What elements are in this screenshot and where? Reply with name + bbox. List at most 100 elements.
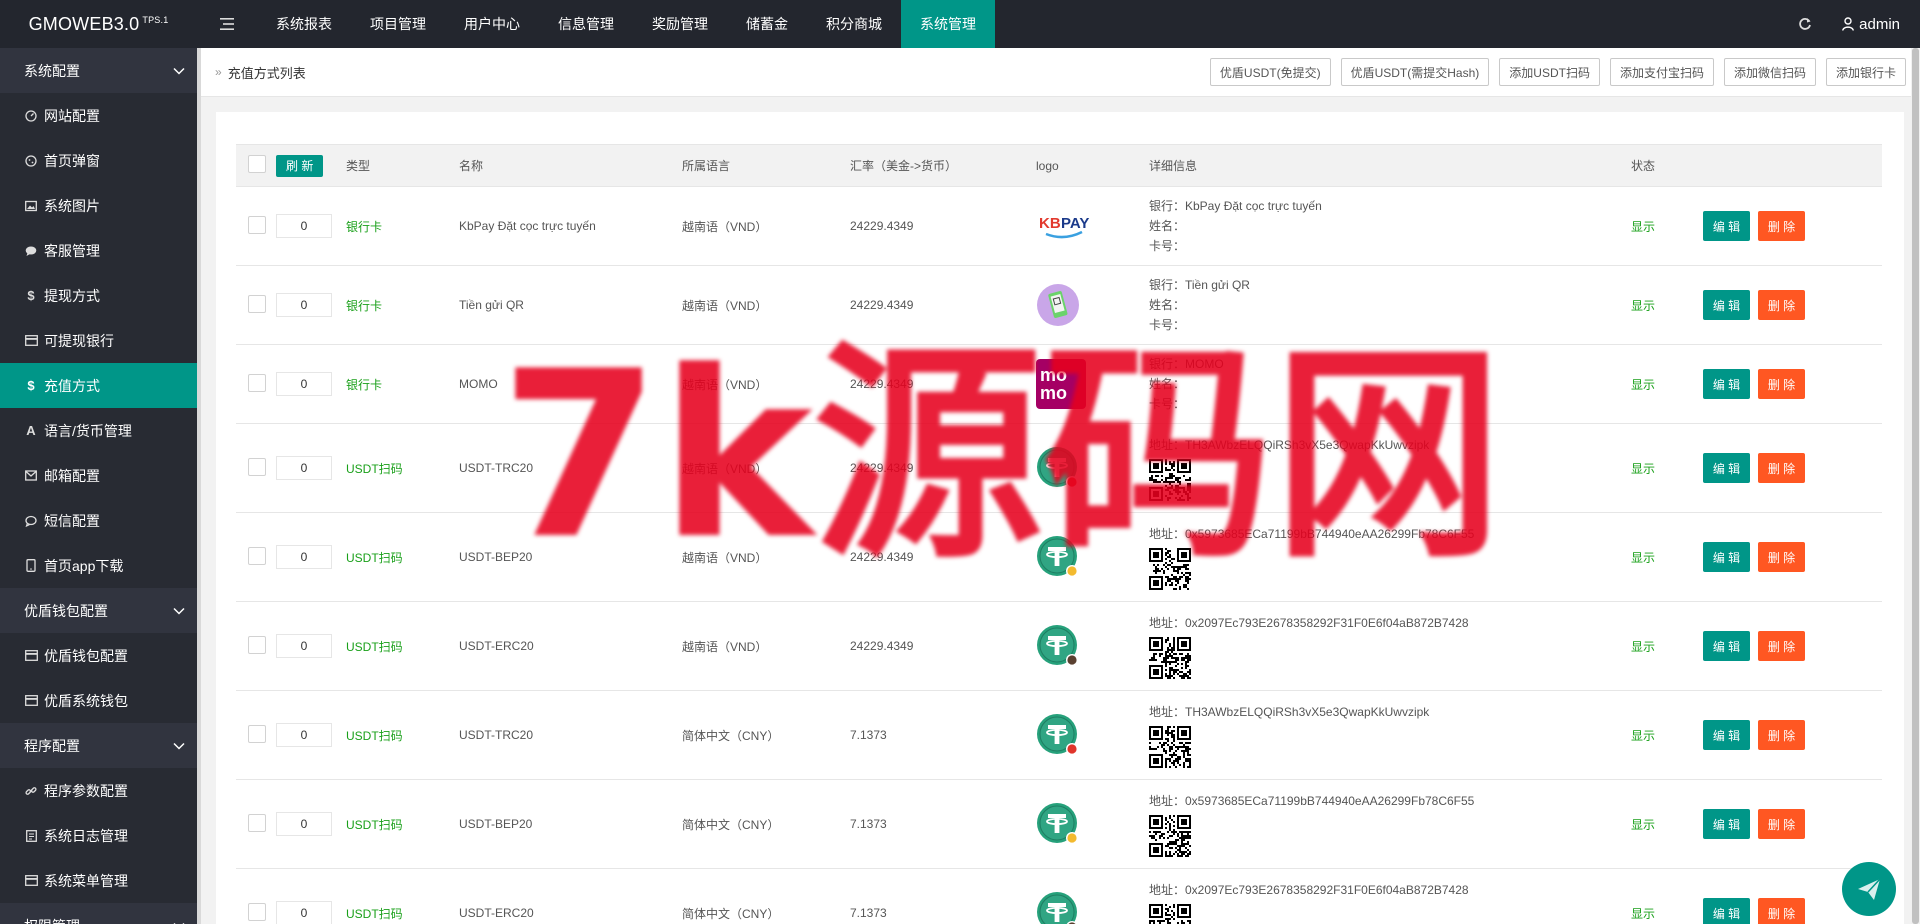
nav-item-1[interactable]: 项目管理 (351, 0, 445, 48)
edit-button[interactable]: 编 辑 (1703, 290, 1750, 320)
sidebar-group-2[interactable]: 程序配置 (0, 723, 197, 768)
sidebar-item-2-0[interactable]: 程序参数配置 (0, 768, 197, 813)
row-checkbox[interactable] (248, 724, 266, 743)
action-button-2[interactable]: 添加USDT扫码 (1499, 58, 1600, 86)
sidebar-item-label: 首页弹窗 (44, 152, 100, 169)
sidebar-item-0-3[interactable]: 客服管理 (0, 228, 197, 273)
page-scrollbar[interactable] (1911, 48, 1920, 924)
content-card: 刷 新 类型 名称 所属语言 汇率（美金->货币） logo 详细信息 状态 银… (216, 112, 1904, 924)
row-detail: 银行：KbPay Đặt cọc trực tuyến 姓名： 卡号： (1149, 186, 1631, 266)
row-name: USDT-ERC20 (459, 601, 682, 691)
sidebar-item-0-2[interactable]: 系统图片 (0, 183, 197, 228)
row-checkbox[interactable] (248, 294, 266, 313)
sidebar-item-label: 首页app下载 (44, 557, 124, 574)
sort-order-input[interactable] (276, 456, 332, 480)
sort-order-input[interactable] (276, 293, 332, 317)
row-name: USDT-BEP20 (459, 779, 682, 869)
sidebar-group-1[interactable]: 优盾钱包配置 (0, 588, 197, 633)
sidebar-item-2-2[interactable]: 系统菜单管理 (0, 858, 197, 903)
sidebar-item-label: 语言/货币管理 (44, 422, 132, 439)
edit-button[interactable]: 编 辑 (1703, 369, 1750, 399)
sidebar-item-1-0[interactable]: 优盾钱包配置 (0, 633, 197, 678)
app-logo[interactable]: GMOWEB3.0 TPS.1 (0, 0, 197, 48)
nav-item-5[interactable]: 储蓄金 (727, 0, 807, 48)
action-button-3[interactable]: 添加支付宝扫码 (1609, 58, 1714, 86)
sidebar-item-label: 系统菜单管理 (44, 872, 128, 889)
action-button-0[interactable]: 优盾USDT(免提交) (1209, 58, 1331, 86)
menu-toggle-button[interactable] (197, 0, 257, 48)
nav-item-4[interactable]: 奖励管理 (633, 0, 727, 48)
refresh-button[interactable]: 刷 新 (276, 154, 324, 177)
card-icon (24, 875, 38, 886)
detail-line: 姓名： (1149, 377, 1186, 391)
delete-button[interactable]: 删 除 (1758, 453, 1805, 483)
edit-button[interactable]: 编 辑 (1703, 211, 1750, 241)
sort-order-input[interactable] (276, 901, 332, 924)
row-checkbox[interactable] (248, 373, 266, 392)
double-chevron-icon: » (215, 65, 222, 79)
row-name: KbPay Đặt cọc trực tuyến (459, 186, 682, 266)
sidebar-item-label: 优盾系统钱包 (44, 692, 128, 709)
svg-text:mo: mo (1040, 365, 1067, 385)
edit-button[interactable]: 编 辑 (1703, 542, 1750, 572)
action-button-1[interactable]: 优盾USDT(需提交Hash) (1340, 58, 1490, 86)
action-button-4[interactable]: 添加微信扫码 (1723, 58, 1816, 86)
row-checkbox[interactable] (248, 546, 266, 565)
sidebar-item-1-1[interactable]: 优盾系统钱包 (0, 678, 197, 723)
row-checkbox[interactable] (248, 902, 266, 921)
edit-button[interactable]: 编 辑 (1703, 898, 1750, 924)
sidebar-item-2-1[interactable]: 系统日志管理 (0, 813, 197, 858)
row-checkbox[interactable] (248, 813, 266, 832)
sidebar-item-0-4[interactable]: $ 提现方式 (0, 273, 197, 318)
select-all-checkbox[interactable] (248, 155, 266, 173)
edit-button[interactable]: 编 辑 (1703, 720, 1750, 750)
edit-button[interactable]: 编 辑 (1703, 453, 1750, 483)
row-rate: 24229.4349 (850, 601, 1036, 691)
sidebar-item-0-7[interactable]: A 语言/货币管理 (0, 408, 197, 453)
nav-item-7[interactable]: 系统管理 (901, 0, 995, 48)
sort-order-input[interactable] (276, 545, 332, 569)
sidebar-item-0-5[interactable]: 可提现银行 (0, 318, 197, 363)
header-language: 所属语言 (682, 144, 850, 187)
edit-button[interactable]: 编 辑 (1703, 809, 1750, 839)
delete-button[interactable]: 删 除 (1758, 898, 1805, 924)
row-language: 简体中文（CNY） (682, 690, 850, 780)
delete-button[interactable]: 删 除 (1758, 631, 1805, 661)
row-checkbox[interactable] (248, 457, 266, 476)
sidebar-item-0-10[interactable]: 首页app下载 (0, 543, 197, 588)
sidebar-item-0-8[interactable]: 邮箱配置 (0, 453, 197, 498)
detail-line: 卡号： (1149, 239, 1186, 253)
sidebar-item-0-9[interactable]: 短信配置 (0, 498, 197, 543)
nav-item-0[interactable]: 系统报表 (257, 0, 351, 48)
sidebar-scrollbar[interactable] (197, 48, 201, 924)
delete-button[interactable]: 删 除 (1758, 720, 1805, 750)
delete-button[interactable]: 删 除 (1758, 809, 1805, 839)
table-row: 银行卡MOMO越南语（VND）24229.4349momo银行：MOMO姓名：卡… (236, 344, 1882, 424)
sort-order-input[interactable] (276, 214, 332, 238)
delete-button[interactable]: 删 除 (1758, 542, 1805, 572)
sort-order-input[interactable] (276, 723, 332, 747)
row-checkbox[interactable] (248, 215, 266, 234)
row-checkbox[interactable] (248, 635, 266, 654)
reload-button[interactable] (1782, 0, 1828, 48)
user-menu[interactable]: admin (1828, 16, 1920, 33)
sidebar-group-0[interactable]: 系统配置 (0, 48, 197, 93)
chat-float-button[interactable] (1842, 862, 1896, 916)
row-rate: 7.1373 (850, 690, 1036, 780)
sidebar-item-0-6[interactable]: $ 充值方式 (0, 363, 197, 408)
sort-order-input[interactable] (276, 372, 332, 396)
edit-button[interactable]: 编 辑 (1703, 631, 1750, 661)
sidebar-group-3[interactable]: 权限管理 (0, 903, 197, 924)
action-button-5[interactable]: 添加银行卡 (1825, 58, 1906, 86)
nav-item-3[interactable]: 信息管理 (539, 0, 633, 48)
delete-button[interactable]: 删 除 (1758, 369, 1805, 399)
sidebar-item-0-1[interactable]: 首页弹窗 (0, 138, 197, 183)
nav-item-2[interactable]: 用户中心 (445, 0, 539, 48)
nav-item-6[interactable]: 积分商城 (807, 0, 901, 48)
sidebar-item-0-0[interactable]: 网站配置 (0, 93, 197, 138)
sort-order-input[interactable] (276, 812, 332, 836)
sort-order-input[interactable] (276, 634, 332, 658)
delete-button[interactable]: 删 除 (1758, 211, 1805, 241)
delete-button[interactable]: 删 除 (1758, 290, 1805, 320)
page-title: 充值方式列表 (227, 65, 306, 81)
